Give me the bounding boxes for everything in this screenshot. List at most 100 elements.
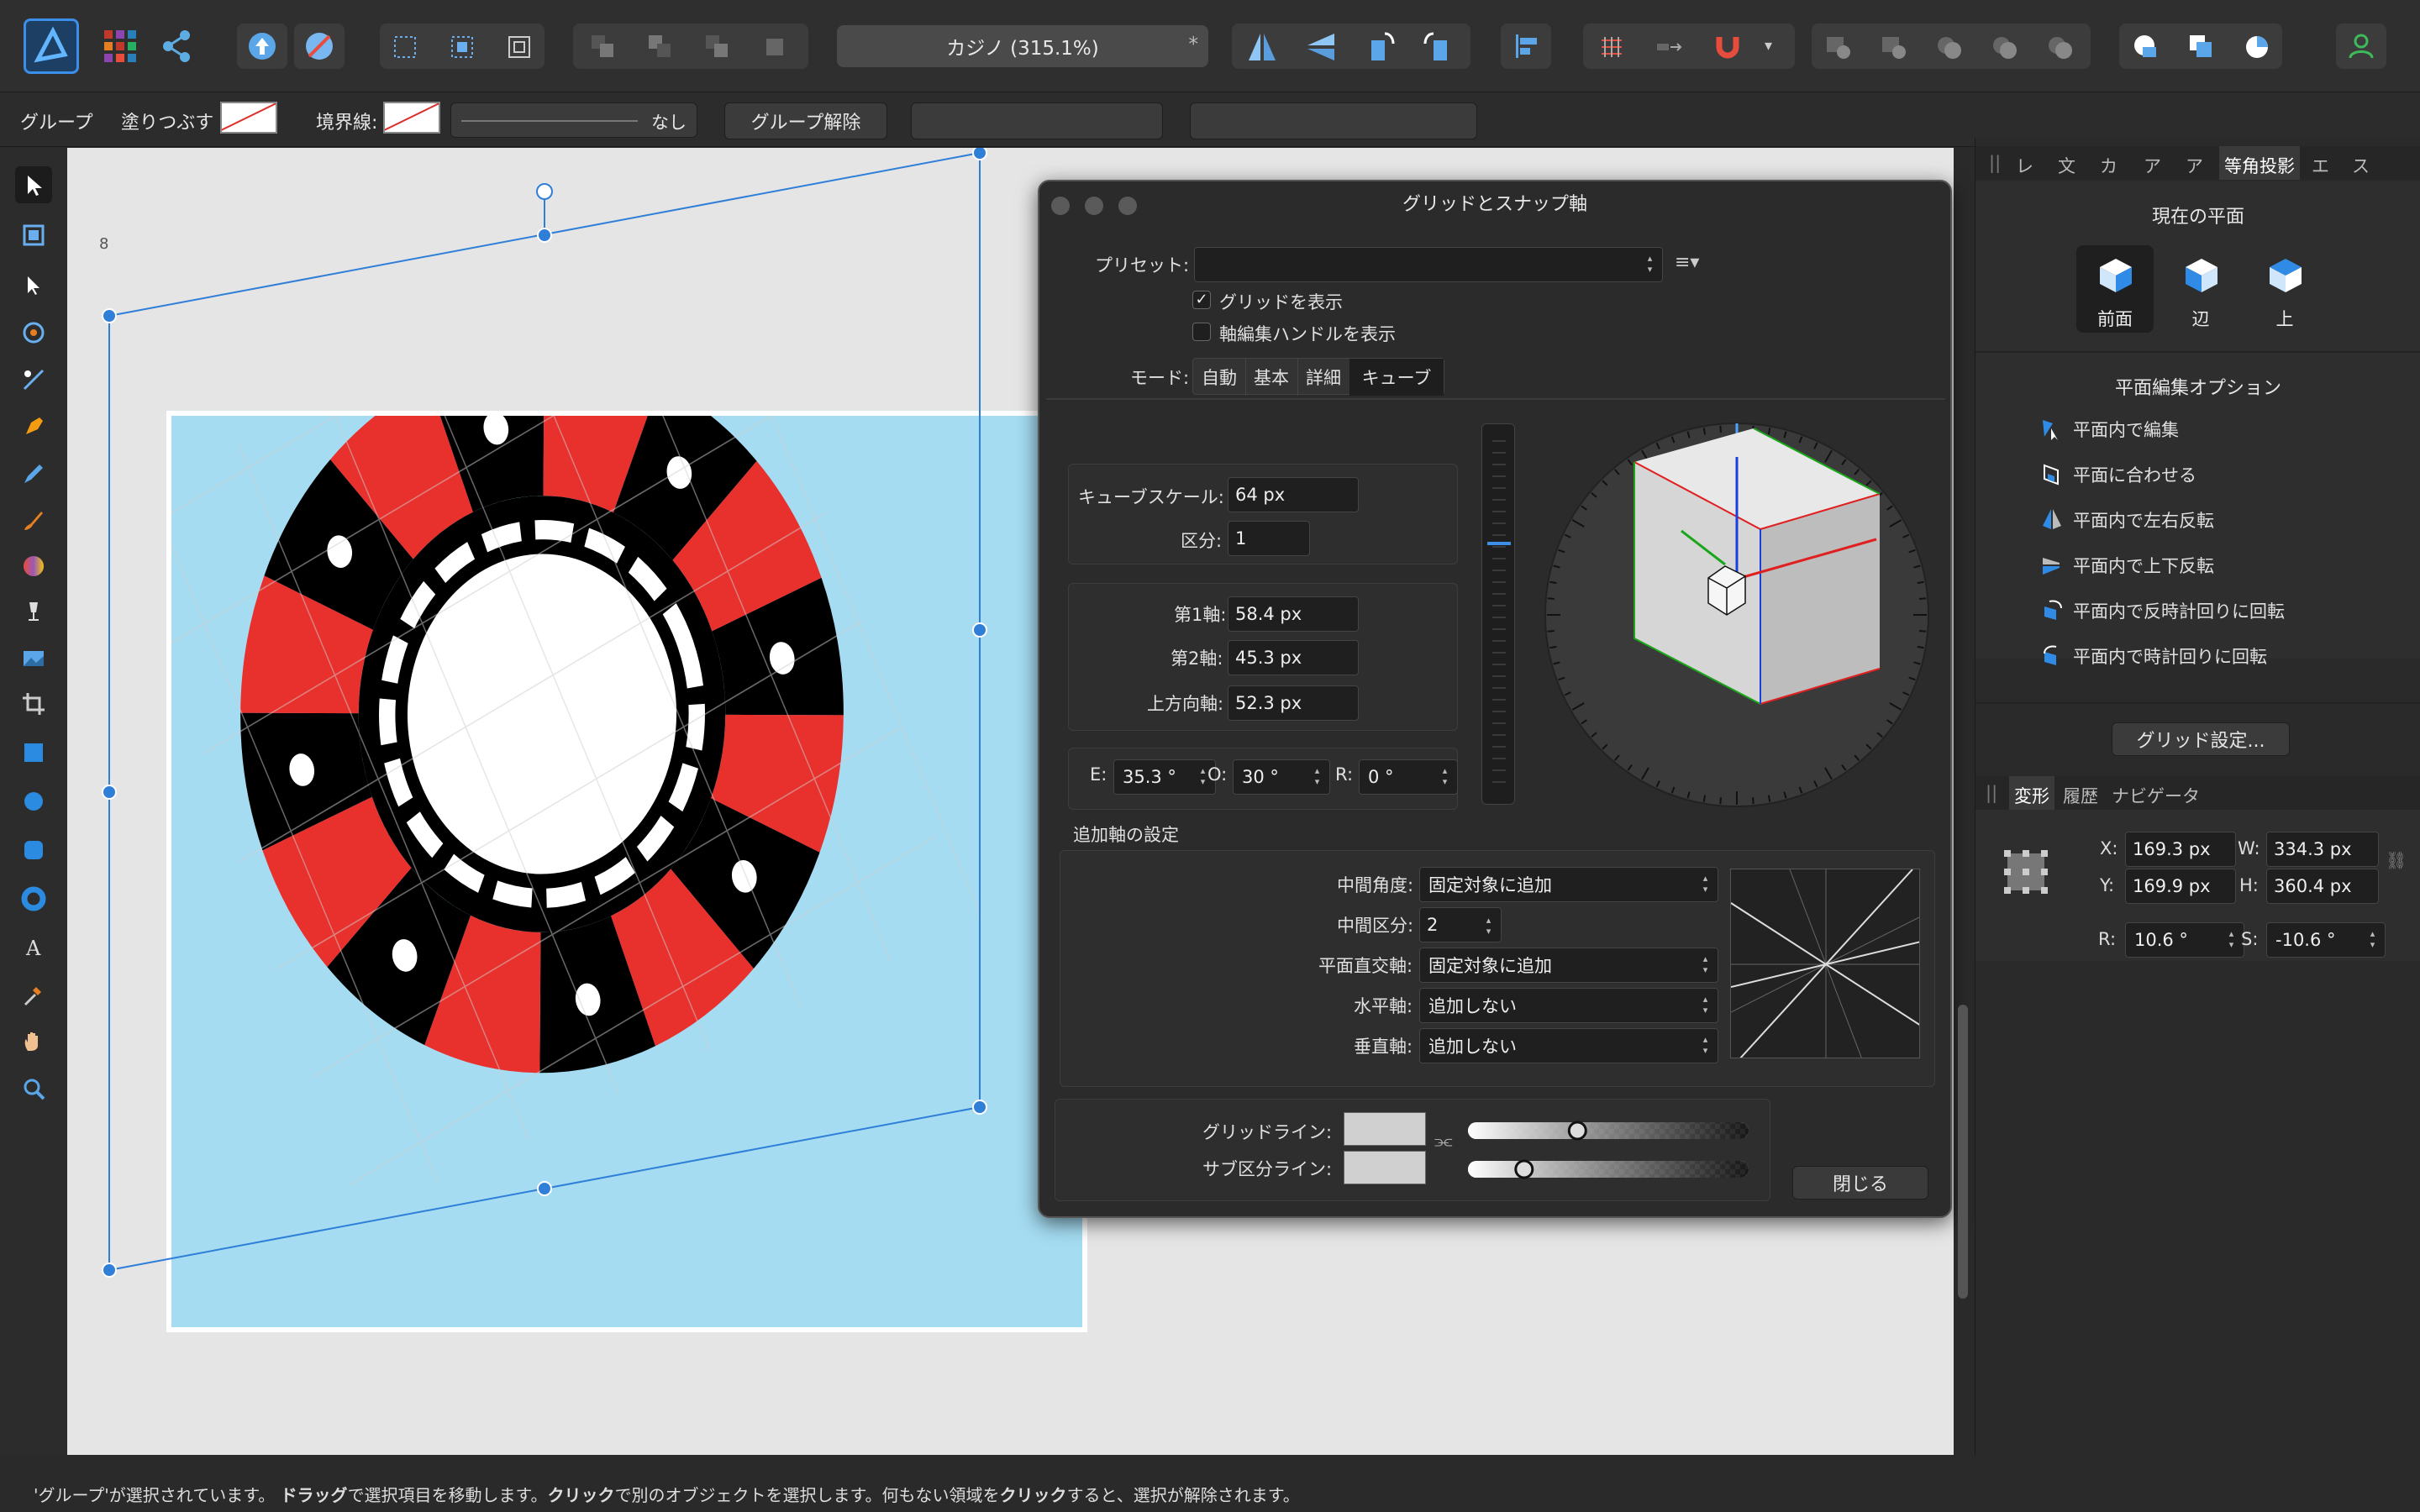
snap-grid-icon[interactable] <box>1597 32 1627 66</box>
select-bounds-icon[interactable] <box>447 32 477 66</box>
ungroup-button[interactable]: グループ解除 <box>724 102 887 139</box>
tab-effects[interactable]: エ <box>2312 153 2329 178</box>
flip-vertical-icon[interactable] <box>1304 30 1338 67</box>
vertical-axis-select[interactable]: 追加しない <box>1419 1028 1718 1063</box>
user-icon[interactable] <box>2336 24 2386 69</box>
plane-side-button[interactable]: 辺 <box>2162 245 2239 333</box>
resize-handle[interactable] <box>537 1181 552 1196</box>
rotate-cw-plane-option[interactable]: 平面内で時計回りに回転 <box>2044 643 2267 669</box>
link-proportions-icon[interactable]: ⛓ <box>2386 850 2407 870</box>
rotate-ccw-plane-option[interactable]: 平面内で反時計回りに回転 <box>2044 598 2285 623</box>
fit-to-plane-option[interactable]: 平面に合わせる <box>2044 462 2196 487</box>
tab-navigator[interactable]: ナビゲータ <box>2112 783 2200 808</box>
crop-tool-icon[interactable] <box>15 685 52 722</box>
move-tool-icon[interactable] <box>15 166 52 203</box>
canvas-vertical-scrollbar[interactable] <box>1958 1005 1968 1299</box>
division-field[interactable]: 1 <box>1228 521 1310 556</box>
plane-front-button[interactable]: 前面 <box>2076 245 2154 333</box>
mode-basic-button[interactable]: 基本 <box>1245 359 1298 396</box>
close-button[interactable]: 閉じる <box>1792 1166 1928 1200</box>
fill-swatch[interactable] <box>220 102 277 134</box>
preset-select[interactable] <box>1194 247 1663 282</box>
plane-perp-select[interactable]: 固定対象に追加 <box>1419 948 1718 983</box>
axis2-field[interactable]: 45.3 px <box>1228 640 1359 675</box>
grid-settings-button[interactable]: グリッド設定... <box>2112 722 2290 756</box>
cube-scale-field[interactable]: 64 px <box>1228 477 1359 512</box>
order-back-icon[interactable] <box>588 32 618 66</box>
tab-text[interactable]: 文 <box>2058 153 2075 178</box>
axis1-field[interactable]: 58.4 px <box>1228 596 1359 632</box>
select-object-icon[interactable] <box>504 32 534 66</box>
mid-angle-select[interactable]: 固定対象に追加 <box>1419 867 1718 902</box>
w-field[interactable]: 334.3 px <box>2266 832 2379 867</box>
upload-icon[interactable] <box>237 24 287 69</box>
affinity-designer-logo[interactable] <box>24 18 79 74</box>
subline-opacity-thumb[interactable] <box>1514 1159 1534 1179</box>
rotate-right-icon[interactable] <box>1422 30 1455 67</box>
no-entry-icon[interactable] <box>294 24 345 69</box>
snap-icon[interactable] <box>1654 32 1684 66</box>
resize-handle[interactable] <box>102 1263 117 1278</box>
subtract-icon[interactable] <box>1879 32 1909 66</box>
rotation-select[interactable]: 10.6 ° <box>2125 922 2244 958</box>
cube-preview[interactable] <box>1535 413 1939 816</box>
insert-back-icon[interactable] <box>2186 32 2217 66</box>
pencil-tool-icon[interactable] <box>15 455 52 492</box>
tab-styles[interactable]: ス <box>2352 153 2370 178</box>
rounded-rect-tool-icon[interactable] <box>15 832 52 869</box>
resize-handle[interactable] <box>972 1100 987 1115</box>
persona-grid-icon[interactable] <box>103 29 138 64</box>
gridline-opacity-thumb[interactable] <box>1567 1121 1587 1141</box>
share-icon[interactable] <box>160 29 195 64</box>
flip-horizontal-icon[interactable] <box>1245 30 1279 67</box>
elevation-slider-thumb[interactable] <box>1487 542 1511 545</box>
horizontal-axis-select[interactable]: 追加しない <box>1419 988 1718 1023</box>
shear-select[interactable]: -10.6 ° <box>2266 922 2386 958</box>
preset-menu-icon[interactable]: ≡▾ <box>1675 252 1699 273</box>
opacity-sliders[interactable] <box>1468 1114 1754 1194</box>
add-icon[interactable] <box>1823 32 1854 66</box>
hand-tool-icon[interactable] <box>15 1023 52 1060</box>
x-field[interactable]: 169.3 px <box>2125 832 2236 867</box>
mode-cube-button[interactable]: キューブ <box>1349 359 1444 396</box>
rectangle-tool-icon[interactable] <box>15 734 52 771</box>
brush-tool-icon[interactable] <box>15 502 52 539</box>
stroke-swatch[interactable] <box>383 102 440 134</box>
anchor-selector-icon[interactable] <box>1999 845 2053 899</box>
resize-handle[interactable] <box>537 228 552 243</box>
donut-tool-icon[interactable] <box>15 880 52 917</box>
tab-history[interactable]: 履歴 <box>2063 783 2098 808</box>
tab-assets[interactable]: ア <box>2186 153 2203 178</box>
tab-layers[interactable]: レ <box>2016 153 2033 178</box>
select-grid-icon[interactable] <box>390 32 420 66</box>
stepper-icon[interactable]: ▴▾ <box>1483 915 1494 937</box>
order-backward-icon[interactable] <box>645 32 676 66</box>
corner-tool-icon[interactable] <box>15 314 52 351</box>
xor-icon[interactable] <box>1990 32 2020 66</box>
divide-icon[interactable] <box>2045 32 2075 66</box>
show-grid-checkbox[interactable]: ✓ <box>1192 291 1211 309</box>
ellipse-tool-icon[interactable] <box>15 783 52 820</box>
plane-top-button[interactable]: 上 <box>2246 245 2323 333</box>
up-axis-field[interactable]: 52.3 px <box>1228 685 1359 721</box>
fill-tool-icon[interactable] <box>15 548 52 585</box>
tab-isometric[interactable]: 等角投影 <box>2219 146 2300 180</box>
mode-auto-button[interactable]: 自動 <box>1193 359 1246 396</box>
point-transform-tool-icon[interactable] <box>15 361 52 398</box>
mode-advanced-button[interactable]: 詳細 <box>1297 359 1350 396</box>
text-tool-icon[interactable]: A <box>15 929 52 966</box>
artboard-tool-icon[interactable] <box>15 217 52 254</box>
flip-v-plane-option[interactable]: 平面内で上下反転 <box>2043 553 2214 578</box>
casino-chip[interactable] <box>111 182 983 1220</box>
gridline-colour-swatch[interactable] <box>1344 1112 1426 1146</box>
mid-division-field[interactable]: 2 ▴▾ <box>1419 907 1502 942</box>
elevation-slider[interactable] <box>1481 423 1515 805</box>
edit-in-plane-option[interactable]: 平面内で編集 <box>2043 417 2179 442</box>
resize-handle[interactable] <box>972 148 987 160</box>
h-field[interactable]: 360.4 px <box>2266 869 2379 904</box>
document-title[interactable]: カジノ (315.1%) * <box>837 25 1208 67</box>
combine-icon[interactable] <box>2131 32 2161 66</box>
rotate-left-icon[interactable] <box>1363 30 1397 67</box>
resize-handle[interactable] <box>972 622 987 638</box>
rotation-handle[interactable] <box>536 183 553 200</box>
